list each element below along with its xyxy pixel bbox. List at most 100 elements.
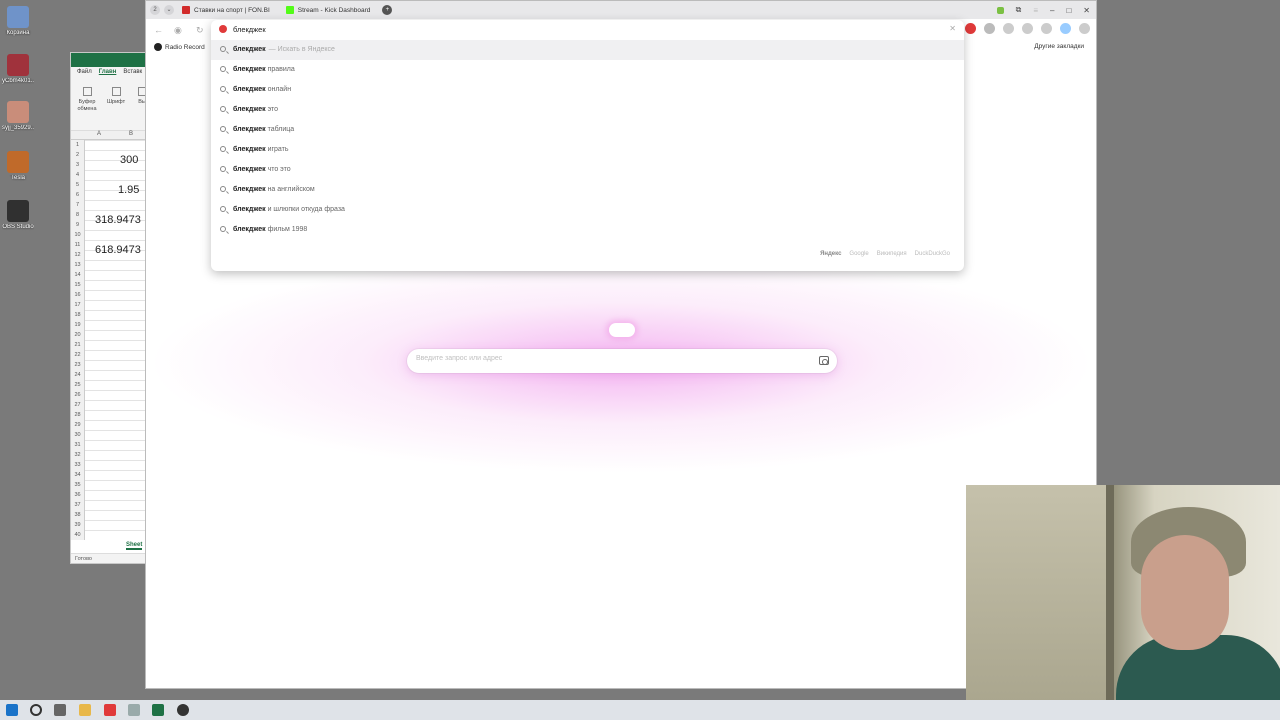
main-search-input[interactable] [416, 355, 796, 362]
minimize-icon[interactable]: – [1050, 6, 1054, 15]
address-bar[interactable]: блекджек ✕ [211, 20, 964, 39]
cell-value[interactable]: 318.9473 [95, 214, 141, 226]
row-number[interactable]: 35 [71, 480, 84, 490]
chevron-down-icon[interactable]: ⌄ [164, 5, 174, 15]
suggestion-item[interactable]: блекджек — Искать в Яндексе [211, 40, 964, 60]
suggestion-item[interactable]: блекджек правила [211, 60, 964, 80]
suggestion-item[interactable]: блекджек фильм 1998 [211, 220, 964, 240]
row-number[interactable]: 4 [71, 170, 84, 180]
tab-fonbet[interactable]: Ставки на спорт | FON.BI [174, 1, 278, 19]
row-number[interactable]: 9 [71, 220, 84, 230]
vpn-icon[interactable] [984, 23, 995, 34]
extension-icon[interactable] [996, 6, 1004, 14]
sheet-tab[interactable]: Sheet [126, 542, 143, 550]
search-engine-option[interactable]: DuckDuckGo [915, 251, 950, 257]
row-number[interactable]: 16 [71, 290, 84, 300]
tab-kick[interactable]: Stream - Kick Dashboard [278, 1, 379, 19]
excel-menu-insert[interactable]: Вставк [123, 67, 142, 77]
pip-icon[interactable]: ⧉ [1016, 5, 1022, 15]
row-number[interactable]: 6 [71, 190, 84, 200]
menu-icon[interactable]: ≡ [1033, 6, 1038, 15]
suggestion-item[interactable]: блекджек что это [211, 160, 964, 180]
row-number[interactable]: 8 [71, 210, 84, 220]
reload-icon[interactable]: ↻ [196, 25, 204, 36]
maximize-icon[interactable]: □ [1066, 6, 1071, 15]
row-number[interactable]: 39 [71, 520, 84, 530]
row-number[interactable]: 31 [71, 440, 84, 450]
column-a[interactable]: A [97, 131, 101, 137]
new-tab-icon[interactable]: + [382, 5, 393, 15]
row-number[interactable]: 21 [71, 340, 84, 350]
excel-window[interactable]: Файл Главн Вставк Буфер обмена Шрифт Вы … [70, 52, 150, 564]
cell-value[interactable]: 618.9473 [95, 244, 141, 256]
search-icon[interactable] [30, 704, 42, 716]
search-engine-option[interactable]: Википедия [877, 251, 907, 257]
row-number[interactable]: 30 [71, 430, 84, 440]
notepad-icon[interactable] [128, 704, 140, 716]
address-bar-query[interactable]: блекджек [233, 25, 266, 34]
excel-icon[interactable] [152, 704, 164, 716]
row-number[interactable]: 17 [71, 300, 84, 310]
wallet-icon[interactable] [1003, 23, 1014, 34]
snapshot-icon[interactable] [1041, 23, 1052, 34]
clear-icon[interactable]: ✕ [949, 24, 956, 33]
row-number[interactable]: 10 [71, 230, 84, 240]
row-number[interactable]: 19 [71, 320, 84, 330]
row-number[interactable]: 25 [71, 380, 84, 390]
row-number[interactable]: 5 [71, 180, 84, 190]
row-number[interactable]: 37 [71, 500, 84, 510]
yandex-browser-icon[interactable] [104, 704, 116, 716]
download-icon[interactable] [1079, 23, 1090, 34]
row-number[interactable]: 23 [71, 360, 84, 370]
row-number[interactable]: 15 [71, 280, 84, 290]
row-number[interactable]: 24 [71, 370, 84, 380]
row-number[interactable]: 20 [71, 330, 84, 340]
suggestion-item[interactable]: блекджек это [211, 100, 964, 120]
suggestion-item[interactable]: блекджек таблица [211, 120, 964, 140]
task-view-icon[interactable] [54, 704, 66, 716]
suggestion-item[interactable]: блекджек онлайн [211, 80, 964, 100]
row-number[interactable]: 1 [71, 140, 84, 150]
row-number[interactable]: 33 [71, 460, 84, 470]
desktop-icon[interactable]: yCbm4k01... [2, 54, 34, 85]
shield-icon[interactable]: ◉ [174, 25, 182, 36]
row-number[interactable]: 32 [71, 450, 84, 460]
row-number[interactable]: 29 [71, 420, 84, 430]
row-number[interactable]: 34 [71, 470, 84, 480]
row-number[interactable]: 2 [71, 150, 84, 160]
other-bookmarks[interactable]: Другие закладки [1034, 43, 1084, 50]
cell-value[interactable]: 300 [120, 154, 138, 166]
excel-titlebar[interactable] [71, 53, 149, 67]
desktop-icon[interactable]: Tesla [2, 151, 34, 182]
row-number[interactable]: 36 [71, 490, 84, 500]
profile-icon[interactable] [1060, 23, 1071, 34]
row-number[interactable]: 11 [71, 240, 84, 250]
start-windows-icon[interactable] [6, 704, 18, 716]
close-icon[interactable]: ✕ [1083, 6, 1090, 15]
row-number[interactable]: 18 [71, 310, 84, 320]
suggestion-item[interactable]: блекджек на английском [211, 180, 964, 200]
row-number[interactable]: 26 [71, 390, 84, 400]
suggestion-item[interactable]: блекджек и шлюпки откуда фраза [211, 200, 964, 220]
suggestion-item[interactable]: блекджек играть [211, 140, 964, 160]
row-number[interactable]: 7 [71, 200, 84, 210]
browser-window[interactable]: 2 ⌄ Ставки на спорт | FON.BI Stream - Ki… [145, 0, 1097, 689]
row-number[interactable]: 12 [71, 250, 84, 260]
file-explorer-icon[interactable] [79, 704, 91, 716]
yandex-logo[interactable] [609, 323, 635, 337]
row-number[interactable]: 40 [71, 530, 84, 540]
clipboard-group[interactable]: Буфер обмена [74, 87, 100, 113]
cell-value[interactable]: 1.95 [118, 184, 139, 196]
back-icon[interactable]: ← [154, 25, 163, 35]
row-number[interactable]: 22 [71, 350, 84, 360]
row-number[interactable]: 27 [71, 400, 84, 410]
cell-grid[interactable]: 1 2 3 4 5 6 7 8 9 10 11 12 13 14 15 16 17 18 19 20 21 22 23 24 2… [71, 140, 149, 540]
opera-icon[interactable] [965, 23, 976, 34]
excel-menu-file[interactable]: Файл [77, 67, 92, 77]
row-number[interactable]: 38 [71, 510, 84, 520]
font-group[interactable]: Шрифт [107, 87, 125, 106]
extensions-icon[interactable] [1022, 23, 1033, 34]
desktop-icon[interactable]: OBS Studio [2, 200, 34, 231]
main-search-box[interactable] [407, 349, 837, 373]
obs-icon[interactable] [177, 704, 189, 716]
